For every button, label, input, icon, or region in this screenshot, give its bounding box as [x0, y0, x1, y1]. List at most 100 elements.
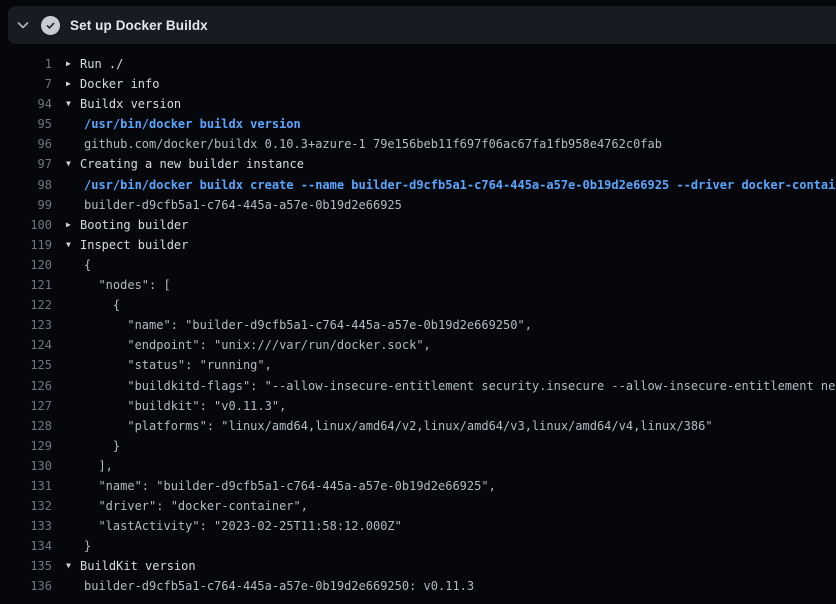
line-number[interactable]: 132	[0, 496, 52, 516]
line-content: "name": "builder-d9cfb5a1-c764-445a-a57e…	[52, 476, 496, 496]
check-circle-icon	[40, 15, 60, 35]
chevron-down-icon[interactable]	[8, 6, 38, 44]
log-line: 95 /usr/bin/docker buildx version	[0, 114, 836, 134]
line-number[interactable]: 127	[0, 396, 52, 416]
line-content: ▼Creating a new builder instance	[52, 154, 304, 174]
log-line: 129 }	[0, 436, 836, 456]
line-number[interactable]: 120	[0, 255, 52, 275]
line-content: }	[52, 536, 91, 556]
group-collapsed-icon[interactable]: ▶	[66, 54, 80, 74]
log-line: 136 builder-d9cfb5a1-c764-445a-a57e-0b19…	[0, 576, 836, 596]
output-text: {	[84, 295, 120, 315]
line-number[interactable]: 133	[0, 516, 52, 536]
log-line: 120 {	[0, 255, 836, 275]
line-number[interactable]: 119	[0, 235, 52, 255]
line-content: "platforms": "linux/amd64,linux/amd64/v2…	[52, 416, 713, 436]
group-expanded-icon[interactable]: ▼	[66, 94, 80, 114]
line-content: "nodes": [	[52, 275, 171, 295]
log-line: 125 "status": "running",	[0, 355, 836, 375]
group-expanded-icon[interactable]: ▼	[66, 556, 80, 576]
line-number[interactable]: 126	[0, 376, 52, 396]
log-line: 119 ▼Inspect builder	[0, 235, 836, 255]
line-content: ▶Run ./	[52, 54, 123, 74]
output-text: "platforms": "linux/amd64,linux/amd64/v2…	[84, 416, 713, 436]
log-line: 130 ],	[0, 456, 836, 476]
line-number[interactable]: 135	[0, 556, 52, 576]
group-title[interactable]: Inspect builder	[80, 235, 188, 255]
line-content: /usr/bin/docker buildx version	[52, 114, 301, 134]
line-number[interactable]: 98	[0, 175, 52, 195]
line-number[interactable]: 96	[0, 134, 52, 154]
log-line: 126 "buildkitd-flags": "--allow-insecure…	[0, 376, 836, 396]
line-number[interactable]: 130	[0, 456, 52, 476]
log-line: 122 {	[0, 295, 836, 315]
line-content: ▼Buildx version	[52, 94, 181, 114]
output-text: "buildkitd-flags": "--allow-insecure-ent…	[84, 376, 836, 396]
line-content: }	[52, 436, 120, 456]
output-text: "driver": "docker-container",	[84, 496, 308, 516]
line-number[interactable]: 125	[0, 355, 52, 375]
line-content: ▶Booting builder	[52, 215, 188, 235]
output-text: github.com/docker/buildx 0.10.3+azure-1 …	[84, 134, 662, 154]
line-number[interactable]: 129	[0, 436, 52, 456]
group-title[interactable]: Booting builder	[80, 215, 188, 235]
output-text: "buildkit": "v0.11.3",	[84, 396, 286, 416]
output-text: "nodes": [	[84, 275, 171, 295]
line-number[interactable]: 7	[0, 74, 52, 94]
line-number[interactable]: 95	[0, 114, 52, 134]
group-title[interactable]: Docker info	[80, 74, 159, 94]
line-number[interactable]: 128	[0, 416, 52, 436]
actions-log-viewer: Set up Docker Buildx 1 ▶Run ./ 7 ▶Docker…	[0, 0, 836, 604]
output-text: ],	[84, 456, 113, 476]
log-line: 96 github.com/docker/buildx 0.10.3+azure…	[0, 134, 836, 154]
output-text: "lastActivity": "2023-02-25T11:58:12.000…	[84, 516, 402, 536]
line-number[interactable]: 94	[0, 94, 52, 114]
line-content: builder-d9cfb5a1-c764-445a-a57e-0b19d2e6…	[52, 195, 402, 215]
group-title[interactable]: Buildx version	[80, 94, 181, 114]
command-text: /usr/bin/docker buildx create --name bui…	[84, 175, 836, 195]
group-title[interactable]: Creating a new builder instance	[80, 154, 304, 174]
log-output: 1 ▶Run ./ 7 ▶Docker info 94 ▼Buildx vers…	[0, 46, 836, 604]
line-content: builder-d9cfb5a1-c764-445a-a57e-0b19d2e6…	[52, 576, 474, 596]
line-content: {	[52, 295, 120, 315]
log-line: 94 ▼Buildx version	[0, 94, 836, 114]
step-title: Set up Docker Buildx	[70, 18, 208, 33]
line-number[interactable]: 121	[0, 275, 52, 295]
log-line: 128 "platforms": "linux/amd64,linux/amd6…	[0, 416, 836, 436]
line-content: ],	[52, 456, 113, 476]
line-content: "status": "running",	[52, 355, 272, 375]
log-line: 134 }	[0, 536, 836, 556]
output-text: builder-d9cfb5a1-c764-445a-a57e-0b19d2e6…	[84, 576, 474, 596]
line-content: ▶Docker info	[52, 74, 159, 94]
log-line: 97 ▼Creating a new builder instance	[0, 154, 836, 174]
log-line: 1 ▶Run ./	[0, 54, 836, 74]
log-line: 7 ▶Docker info	[0, 74, 836, 94]
group-collapsed-icon[interactable]: ▶	[66, 74, 80, 94]
line-content: "lastActivity": "2023-02-25T11:58:12.000…	[52, 516, 402, 536]
log-line: 123 "name": "builder-d9cfb5a1-c764-445a-…	[0, 315, 836, 335]
group-title[interactable]: Run ./	[80, 54, 123, 74]
step-header[interactable]: Set up Docker Buildx	[8, 6, 836, 44]
group-expanded-icon[interactable]: ▼	[66, 154, 80, 174]
line-content: "driver": "docker-container",	[52, 496, 308, 516]
group-collapsed-icon[interactable]: ▶	[66, 215, 80, 235]
command-text: /usr/bin/docker buildx version	[84, 114, 301, 134]
line-number[interactable]: 124	[0, 335, 52, 355]
line-number[interactable]: 97	[0, 154, 52, 174]
line-number[interactable]: 122	[0, 295, 52, 315]
line-number[interactable]: 134	[0, 536, 52, 556]
line-number[interactable]: 100	[0, 215, 52, 235]
group-expanded-icon[interactable]: ▼	[66, 235, 80, 255]
line-number[interactable]: 131	[0, 476, 52, 496]
line-number[interactable]: 123	[0, 315, 52, 335]
line-number[interactable]: 1	[0, 54, 52, 74]
log-line: 135 ▼BuildKit version	[0, 556, 836, 576]
output-text: }	[84, 436, 120, 456]
log-line: 133 "lastActivity": "2023-02-25T11:58:12…	[0, 516, 836, 536]
line-content: "name": "builder-d9cfb5a1-c764-445a-a57e…	[52, 315, 532, 335]
log-line: 131 "name": "builder-d9cfb5a1-c764-445a-…	[0, 476, 836, 496]
line-number[interactable]: 136	[0, 576, 52, 596]
group-title[interactable]: BuildKit version	[80, 556, 196, 576]
line-number[interactable]: 99	[0, 195, 52, 215]
output-text: "name": "builder-d9cfb5a1-c764-445a-a57e…	[84, 476, 496, 496]
